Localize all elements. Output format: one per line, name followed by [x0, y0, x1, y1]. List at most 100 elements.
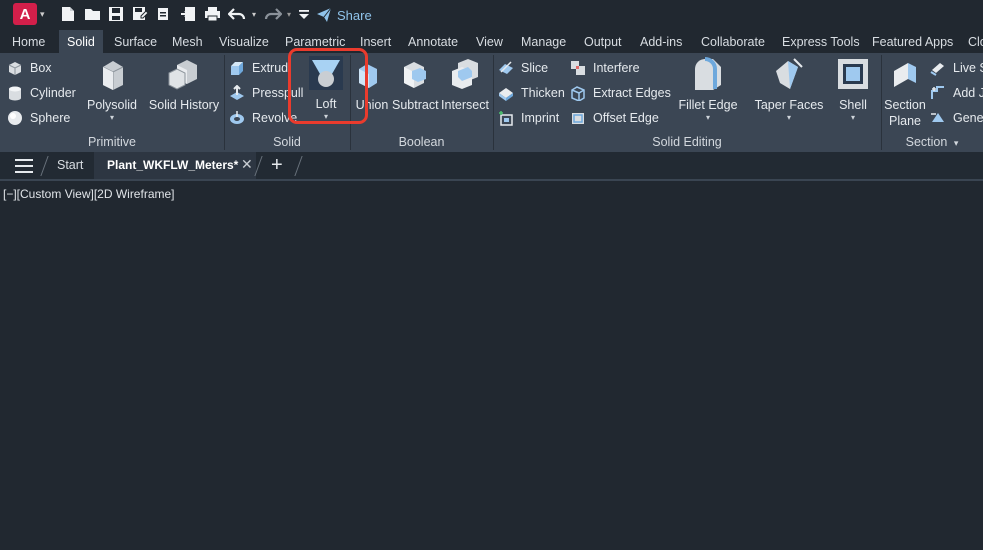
- polysolid-button[interactable]: Polysolid ▾: [86, 57, 138, 122]
- generate-section-icon: [931, 113, 944, 122]
- taper-faces-label: Taper Faces: [754, 98, 824, 112]
- shell-dropdown-icon[interactable]: ▾: [834, 113, 872, 122]
- tab-view[interactable]: View: [470, 30, 509, 53]
- polysolid-dropdown-icon[interactable]: ▾: [86, 113, 138, 122]
- shell-button[interactable]: Shell ▾: [834, 57, 872, 122]
- polysolid-icon: [102, 61, 124, 90]
- box-label: Box: [30, 61, 52, 75]
- new-tab-button[interactable]: +: [271, 154, 283, 177]
- panel-title-solid[interactable]: Solid: [224, 135, 350, 149]
- subtract-button[interactable]: Subtract: [392, 57, 439, 113]
- tab-clo[interactable]: Clo: [962, 30, 983, 53]
- cylinder-button[interactable]: Cylinder: [7, 83, 76, 103]
- undo-icon[interactable]: [228, 5, 248, 23]
- save-icon[interactable]: [108, 5, 124, 23]
- tab-collaborate[interactable]: Collaborate: [695, 30, 771, 53]
- start-tab[interactable]: Start: [57, 158, 83, 172]
- plus-icon: +: [271, 154, 283, 176]
- subtract-icon: [404, 62, 426, 88]
- quick-access-toolbar: A ▾ ▾ ▾ Share: [0, 0, 983, 30]
- live-section-icon: [930, 63, 944, 76]
- revolve-button[interactable]: Revolve: [229, 108, 297, 128]
- slice-button[interactable]: Slice: [498, 58, 548, 78]
- tab-surface[interactable]: Surface: [108, 30, 163, 53]
- live-section-label: Live S: [953, 61, 983, 75]
- section-panel-dropdown-icon[interactable]: ▾: [954, 138, 959, 148]
- new-icon[interactable]: [60, 5, 76, 23]
- add-jog-icon: [931, 86, 944, 99]
- imprint-label: Imprint: [521, 111, 560, 125]
- saveas-icon[interactable]: [132, 5, 148, 23]
- section-plane-icon: [894, 63, 916, 87]
- thicken-button[interactable]: Thicken: [498, 83, 565, 103]
- panel-title-primitive[interactable]: Primitive: [0, 135, 224, 149]
- share-label: Share: [337, 7, 372, 23]
- offset-edge-label: Offset Edge: [593, 111, 659, 125]
- fillet-edge-button[interactable]: Fillet Edge ▾: [676, 57, 740, 122]
- panel-title-solid-editing[interactable]: Solid Editing: [493, 135, 881, 149]
- sphere-button[interactable]: Sphere: [7, 108, 70, 128]
- app-menu-dropdown-icon[interactable]: ▾: [40, 9, 45, 20]
- tab-add-ins[interactable]: Add-ins: [634, 30, 688, 53]
- close-tab-icon[interactable]: ✕: [241, 156, 253, 173]
- extract-edges-button[interactable]: Extract Edges: [570, 83, 671, 103]
- panel-title-section[interactable]: Section ▾: [881, 135, 983, 149]
- redo-dropdown-icon[interactable]: ▾: [285, 5, 293, 23]
- interfere-icon: [571, 61, 585, 75]
- tab-output[interactable]: Output: [578, 30, 628, 53]
- tab-mesh[interactable]: Mesh: [166, 30, 209, 53]
- document-tab-bar: Start Plant_WKFLW_Meters* ✕ +: [0, 152, 983, 181]
- hamburger-menu-icon[interactable]: [15, 159, 33, 173]
- tab-featured-apps[interactable]: Featured Apps: [866, 30, 959, 53]
- logo-letter: A: [19, 5, 31, 23]
- tab-divider: [40, 156, 49, 176]
- drawing-area[interactable]: [−][Custom View][2D Wireframe]: [0, 181, 983, 550]
- customize-icon[interactable]: [298, 5, 310, 23]
- offset-edge-button[interactable]: Offset Edge: [570, 108, 659, 128]
- tab-manage[interactable]: Manage: [515, 30, 572, 53]
- section-plane-label-line2: Plane: [889, 114, 921, 128]
- intersect-button[interactable]: Intersect: [440, 57, 490, 113]
- app-menu-button[interactable]: A: [13, 3, 37, 25]
- fillet-edge-dropdown-icon[interactable]: ▾: [676, 113, 740, 122]
- tab-divider: [294, 156, 303, 176]
- imprint-icon: [499, 111, 513, 126]
- tab-visualize[interactable]: Visualize: [213, 30, 275, 53]
- undo-dropdown-icon[interactable]: ▾: [250, 5, 258, 23]
- extrude-button[interactable]: Extrud: [229, 58, 288, 78]
- tab-home[interactable]: Home: [6, 30, 51, 53]
- box-button[interactable]: Box: [7, 58, 52, 78]
- interfere-button[interactable]: Interfere: [570, 58, 640, 78]
- generate-section-button[interactable]: Gener: [930, 108, 983, 128]
- live-section-button[interactable]: Live S: [930, 58, 983, 78]
- tab-express-tools[interactable]: Express Tools: [776, 30, 866, 53]
- thicken-label: Thicken: [521, 86, 565, 100]
- imprint-button[interactable]: Imprint: [498, 108, 559, 128]
- taper-faces-button[interactable]: Taper Faces ▾: [754, 57, 824, 122]
- open-icon[interactable]: [84, 5, 100, 23]
- solid-history-label: Solid History: [148, 98, 220, 112]
- panel-title-boolean[interactable]: Boolean: [350, 135, 493, 149]
- cylinder-label: Cylinder: [30, 86, 76, 100]
- shell-icon: [838, 59, 868, 89]
- redo-icon[interactable]: [262, 5, 282, 23]
- active-document-tab[interactable]: Plant_WKFLW_Meters* ✕: [94, 152, 256, 179]
- print-icon[interactable]: [204, 5, 221, 23]
- cylinder-icon: [9, 86, 21, 101]
- solid-history-button[interactable]: Solid History: [146, 57, 222, 113]
- tab-solid[interactable]: Solid: [59, 30, 103, 53]
- section-plane-button[interactable]: Section Plane: [882, 57, 928, 129]
- ribbon-panel: Box Cylinder Sphere Polysolid ▾ Solid Hi…: [0, 53, 983, 152]
- section-plane-label-line1: Section: [884, 98, 926, 112]
- revolve-icon: [230, 111, 244, 124]
- share-button[interactable]: Share: [316, 6, 372, 24]
- tab-annotate[interactable]: Annotate: [402, 30, 464, 53]
- viewport-controls-label[interactable]: [−][Custom View][2D Wireframe]: [3, 187, 175, 201]
- import-icon[interactable]: [156, 5, 172, 23]
- box-icon: [8, 62, 22, 75]
- extrude-label: Extrud: [252, 61, 289, 75]
- extract-edges-icon: [571, 86, 585, 101]
- taper-faces-dropdown-icon[interactable]: ▾: [754, 113, 824, 122]
- add-jog-button[interactable]: Add J: [930, 83, 983, 103]
- export-icon[interactable]: [180, 5, 196, 23]
